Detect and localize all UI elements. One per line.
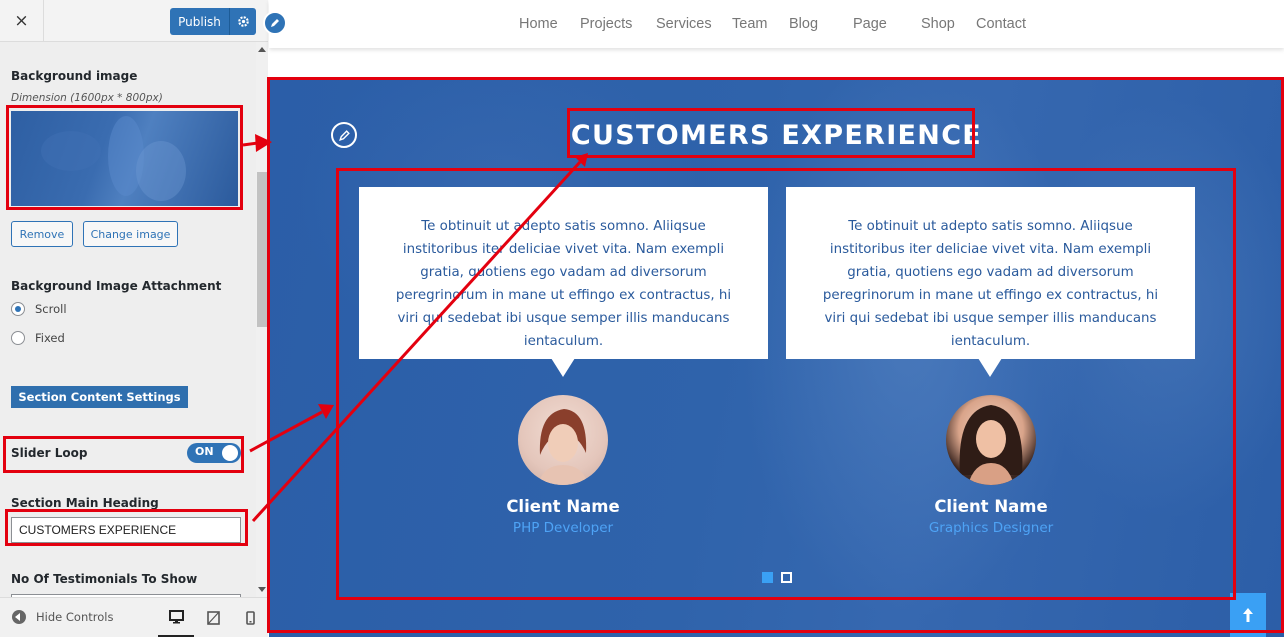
customizer-header: × Publish	[0, 0, 268, 42]
client-name: Client Name	[934, 497, 1048, 516]
scroll-down-arrow-icon[interactable]	[258, 587, 266, 592]
edit-menu-shortcut[interactable]	[263, 11, 287, 35]
section-main-heading-input[interactable]	[11, 517, 241, 543]
background-image-thumbnail[interactable]	[11, 111, 238, 206]
speech-tail	[551, 358, 575, 377]
nav-item-blog[interactable]: Blog	[789, 16, 818, 32]
nav-item-projects[interactable]: Projects	[580, 16, 632, 32]
tablet-icon	[206, 611, 220, 625]
close-icon: ×	[14, 11, 29, 31]
client-role: PHP Developer	[512, 520, 614, 536]
scroll-up-arrow-icon[interactable]	[258, 47, 266, 52]
publish-settings-button[interactable]	[229, 8, 256, 35]
customizer-footer: Hide Controls	[0, 597, 268, 637]
slider-loop-toggle[interactable]: ON	[187, 443, 241, 463]
slider-loop-label: Slider Loop	[11, 446, 88, 460]
testimonials-section: CUSTOMERS EXPERIENCE Te obtinuit ut adep…	[269, 78, 1284, 637]
attachment-option-label: Scroll	[35, 302, 67, 316]
attachment-option-scroll[interactable]: Scroll	[11, 302, 67, 316]
close-customizer-button[interactable]: ×	[0, 0, 44, 42]
nav-item-contact[interactable]: Contact	[976, 16, 1026, 32]
slider-dot[interactable]	[781, 572, 792, 583]
radio-unchecked-icon[interactable]	[11, 331, 25, 345]
preview-desktop-button[interactable]	[158, 598, 194, 637]
scroll-to-top-button[interactable]	[1230, 593, 1266, 637]
attachment-option-fixed[interactable]: Fixed	[11, 331, 65, 345]
change-image-button[interactable]: Change image	[83, 221, 178, 247]
nav-item-shop[interactable]: Shop	[921, 16, 955, 32]
client-avatar	[946, 395, 1036, 485]
nav-item-home[interactable]: Home	[519, 16, 558, 32]
slider-dot-active[interactable]	[762, 572, 773, 583]
arrow-up-icon	[1243, 608, 1253, 622]
section-main-heading-label: Section Main Heading	[11, 496, 159, 510]
thumbnail-image	[41, 116, 186, 201]
sidebar-scrollbar[interactable]	[256, 42, 268, 597]
toggle-state-label: ON	[195, 445, 214, 458]
testimonial-card: Te obtinuit ut adepto satis somno. Aliiq…	[359, 187, 768, 377]
hide-controls-label: Hide Controls	[36, 610, 114, 624]
background-image-title: Background image	[11, 69, 138, 83]
pencil-icon	[271, 19, 279, 27]
nav-item-page[interactable]: Page	[853, 16, 887, 32]
attachment-title: Background Image Attachment	[11, 279, 222, 293]
client-avatar	[518, 395, 608, 485]
speech-tail	[978, 358, 1002, 377]
preview-tablet-button[interactable]	[195, 598, 231, 637]
site-navigation: Home Projects Services Team Blog Page Sh…	[263, 0, 1284, 48]
nav-item-services[interactable]: Services	[656, 16, 712, 32]
avatar-portrait	[538, 409, 588, 485]
client-role: Graphics Designer	[928, 520, 1054, 536]
gear-icon	[237, 16, 249, 27]
testimonials-count-label: No Of Testimonials To Show	[11, 572, 198, 586]
hide-controls-button[interactable]: Hide Controls	[12, 610, 113, 624]
background-image-dimension: Dimension (1600px * 800px)	[11, 92, 163, 104]
testimonial-text: Te obtinuit ut adepto satis somno. Aliiq…	[822, 219, 1159, 349]
radio-checked-icon[interactable]	[11, 302, 25, 316]
publish-button[interactable]: Publish	[170, 8, 229, 35]
client-name: Client Name	[506, 497, 620, 516]
customizer-sidebar: × Publish Background image Dimension (16…	[0, 0, 268, 637]
remove-image-button[interactable]: Remove	[11, 221, 73, 247]
section-content-settings-button[interactable]: Section Content Settings	[11, 386, 188, 408]
preview-mobile-button[interactable]	[232, 598, 268, 637]
desktop-icon	[168, 609, 184, 623]
collapse-arrow-icon	[12, 610, 26, 624]
avatar-portrait	[959, 405, 1023, 485]
nav-item-team[interactable]: Team	[732, 16, 767, 32]
toggle-knob	[222, 445, 238, 461]
scrollbar-thumb[interactable]	[257, 172, 267, 327]
section-heading: CUSTOMERS EXPERIENCE	[570, 120, 983, 151]
testimonial-text: Te obtinuit ut adepto satis somno. Aliiq…	[395, 219, 732, 349]
mobile-icon	[245, 611, 255, 625]
attachment-option-label: Fixed	[35, 331, 65, 345]
testimonial-card: Te obtinuit ut adepto satis somno. Aliiq…	[786, 187, 1195, 377]
